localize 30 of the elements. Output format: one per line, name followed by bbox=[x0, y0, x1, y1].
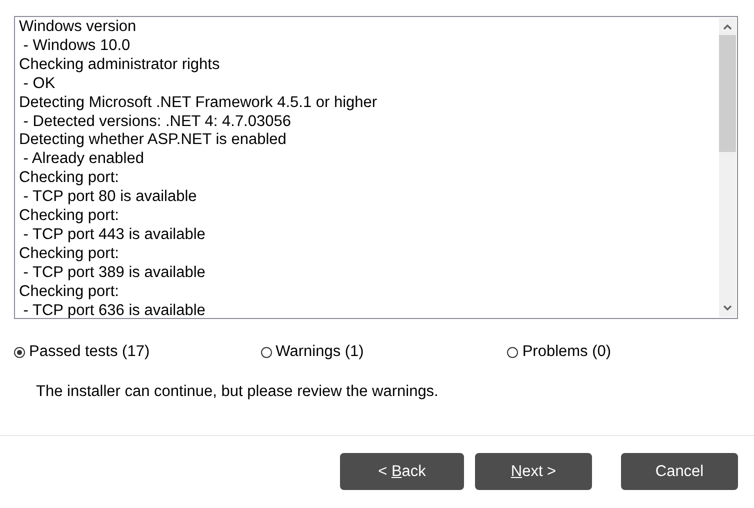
filter-radio[interactable]: Warnings (1) bbox=[260, 343, 508, 361]
log-line: - Detected versions: .NET 4: 4.7.03056 bbox=[22, 112, 291, 132]
log-line: Checking port: bbox=[19, 244, 119, 264]
log-line: Checking administrator rights bbox=[19, 56, 220, 75]
log-line: - OK bbox=[22, 74, 56, 94]
radio-icon[interactable] bbox=[507, 346, 518, 358]
scroll-up-icon[interactable] bbox=[723, 24, 732, 30]
log-line: - TCP port 443 is available bbox=[22, 226, 206, 245]
log-line: Windows version bbox=[19, 18, 136, 37]
log-line: Checking port: bbox=[19, 207, 119, 226]
scroll-down-icon[interactable] bbox=[723, 305, 732, 311]
cancel-button[interactable]: Cancel bbox=[621, 453, 738, 490]
log-line: - TCP port 636 is available bbox=[22, 302, 206, 318]
log-line: Checking port: bbox=[19, 169, 119, 188]
filter-radio[interactable]: Passed tests (17) bbox=[14, 343, 261, 361]
log-line: - TCP port 80 is available bbox=[22, 188, 197, 208]
log-line: - Already enabled bbox=[22, 150, 144, 170]
filter-radio[interactable]: Problems (0) bbox=[507, 343, 754, 361]
radio-icon[interactable] bbox=[14, 346, 25, 358]
back-button[interactable]: < Back bbox=[340, 453, 464, 490]
radio-icon[interactable] bbox=[260, 346, 272, 358]
log-line: - Windows 10.0 bbox=[22, 36, 130, 56]
scrollbar[interactable] bbox=[719, 18, 736, 317]
scrollbar-thumb[interactable] bbox=[719, 35, 736, 152]
next-button[interactable]: Next > bbox=[475, 453, 592, 490]
log-line: - TCP port 389 is available bbox=[22, 264, 206, 283]
log-line: Detecting whether ASP.NET is enabled bbox=[19, 131, 286, 150]
log-line: Detecting Microsoft .NET Framework 4.5.1 or higher bbox=[19, 94, 378, 113]
log-line: Checking port: bbox=[19, 282, 119, 302]
status-message: The installer can continue, but please review the warnings. bbox=[36, 383, 438, 401]
